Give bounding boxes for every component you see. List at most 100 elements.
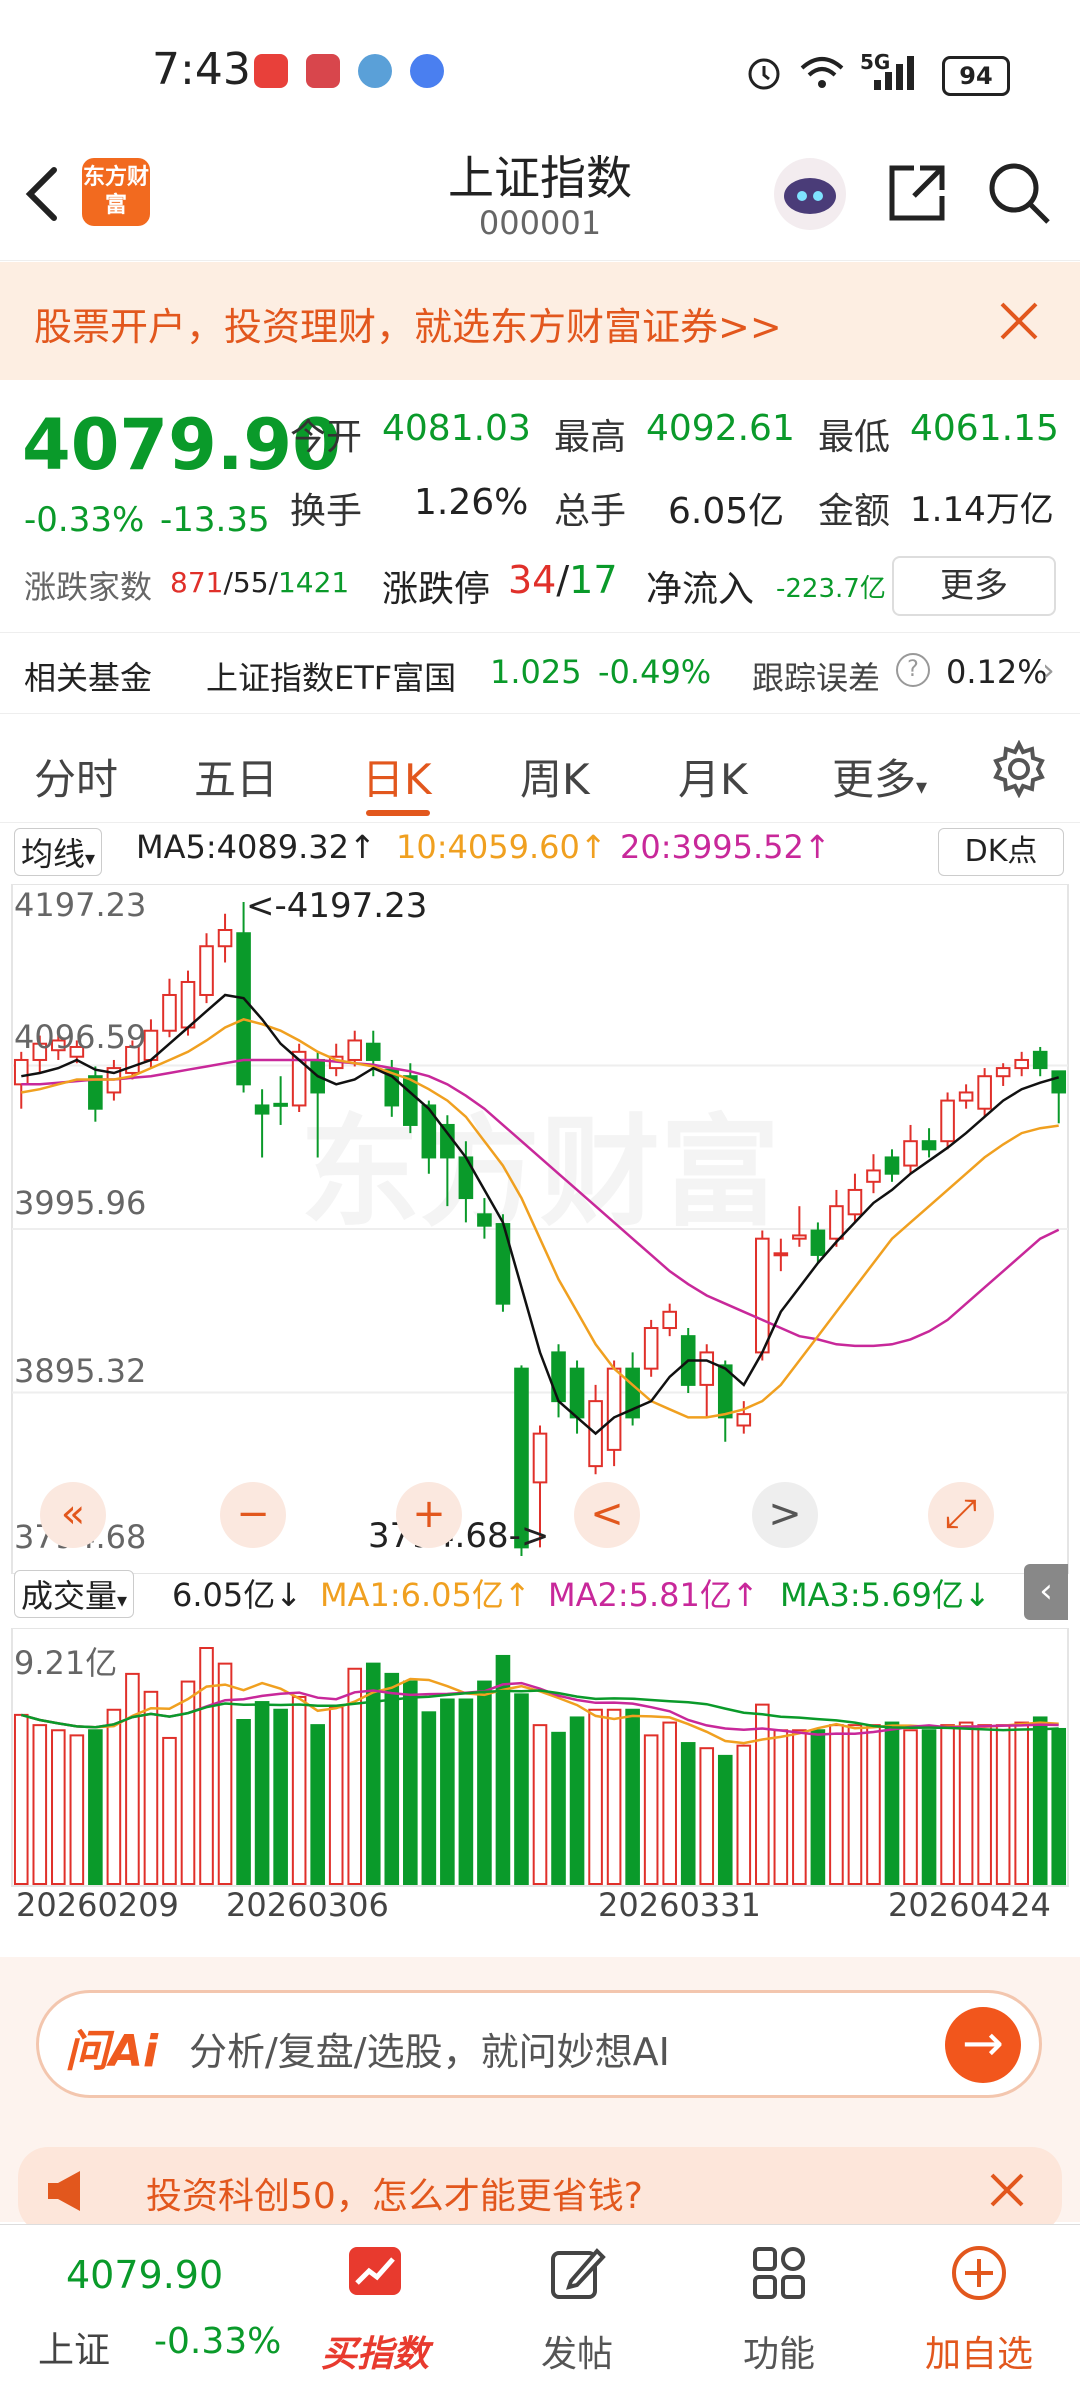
candle-body xyxy=(977,1075,992,1110)
prev-button[interactable]: < xyxy=(574,1482,640,1548)
ai-send-button[interactable]: → xyxy=(945,2007,1021,2083)
promo-text[interactable]: 投资科创50，怎么才能更省钱? xyxy=(146,2167,643,2219)
zoom-in-button[interactable]: + xyxy=(396,1482,462,1548)
help-icon[interactable]: ? xyxy=(896,653,930,687)
next-button[interactable]: > xyxy=(752,1482,818,1548)
fund-name[interactable]: 上证指数ETF富国 xyxy=(206,653,456,699)
candle-body xyxy=(643,1327,659,1370)
candle-body xyxy=(755,1237,770,1354)
robot-assistant-icon[interactable] xyxy=(772,156,848,232)
volume-bar xyxy=(532,1724,548,1885)
volume-chart[interactable] xyxy=(0,1628,1080,1890)
candle-body xyxy=(440,1123,455,1159)
nav-index-name: 上证 xyxy=(38,2330,111,2371)
volume-bar xyxy=(755,1703,770,1886)
volume-bar xyxy=(680,1742,696,1885)
volume-bar xyxy=(884,1721,900,1885)
candle-body xyxy=(995,1067,1011,1078)
candle-body xyxy=(273,1102,288,1107)
ai-search-bar[interactable]: 问Ai 分析/复盘/选股，就问妙想AI → xyxy=(36,1990,1042,2098)
kline-chart-area: 均线▾ MA5:4089.32↑ 10:4059.60↑ 20:3995.52↑… xyxy=(0,822,1080,1957)
nav-index-price[interactable]: 4079.90 xyxy=(66,2253,223,2297)
breadth-label: 涨跌家数 xyxy=(24,568,153,606)
ma-selector[interactable]: 均线▾ xyxy=(14,828,103,876)
volume-bar xyxy=(829,1724,844,1885)
volume-value: 6.05亿 xyxy=(668,491,785,532)
close-icon[interactable] xyxy=(998,300,1040,342)
volume-label: 总手 xyxy=(554,491,627,532)
promo-close-icon[interactable] xyxy=(988,2171,1026,2209)
candlestick-chart[interactable]: 东方财富 xyxy=(0,884,1080,1574)
fullscreen-button[interactable]: ⤢ xyxy=(928,1482,994,1548)
settings-icon[interactable] xyxy=(990,740,1048,798)
active-tab-indicator xyxy=(366,810,430,816)
volume-selector[interactable]: 成交量▾ xyxy=(14,1570,135,1618)
volume-bar xyxy=(365,1662,381,1886)
huawei-app-icon xyxy=(254,54,288,88)
volume-bar xyxy=(792,1729,807,1885)
battery-indicator: 94 xyxy=(942,56,1010,96)
zoom-out-button[interactable]: − xyxy=(220,1482,286,1548)
limit-label: 涨跌停 xyxy=(382,569,491,610)
fund-price: 1.025 xyxy=(490,653,582,691)
volume-bar xyxy=(236,1719,251,1885)
rewind-button[interactable]: « xyxy=(40,1482,106,1548)
candle-body xyxy=(940,1099,955,1143)
tab-daily-k[interactable]: 日K xyxy=(362,746,432,807)
tab-five-day[interactable]: 五日 xyxy=(194,746,278,807)
nav-add-watchlist[interactable]: 加自选 xyxy=(904,2225,1054,2395)
header: 东方财富 上证指数 000001 xyxy=(0,130,1080,261)
ai-placeholder[interactable]: 分析/复盘/选股，就问妙想AI xyxy=(189,2021,670,2076)
nav-label-functions: 功能 xyxy=(742,2334,815,2375)
high-label: 最高 xyxy=(554,417,627,458)
volume-bar xyxy=(421,1711,437,1885)
fund-section-label: 相关基金 xyxy=(24,659,153,697)
candle-body xyxy=(532,1432,548,1484)
quote-panel: 4079.90 -0.33% -13.35 今开 4081.03 最高 4092… xyxy=(0,382,1080,632)
netflow-label: 净流入 xyxy=(646,569,755,610)
candle-body xyxy=(699,1351,715,1386)
candle-body xyxy=(773,1252,789,1257)
volume-bar xyxy=(254,1701,270,1885)
collapse-panel-icon[interactable]: ‹ xyxy=(1024,1564,1068,1620)
change-percent: -0.33% xyxy=(24,500,145,540)
tab-intraday[interactable]: 分时 xyxy=(34,746,118,807)
open-value: 4081.03 xyxy=(382,408,531,449)
candle-body xyxy=(792,1234,807,1240)
tab-monthly-k[interactable]: 月K xyxy=(678,746,748,807)
nav-label-add-watchlist: 加自选 xyxy=(924,2334,1033,2375)
candle-body xyxy=(569,1367,585,1419)
promo-banner[interactable]: 投资科创50，怎么才能更省钱? xyxy=(18,2147,1062,2233)
candle-body xyxy=(199,945,214,996)
volume-bar xyxy=(477,1680,492,1886)
more-button[interactable]: 更多 xyxy=(892,556,1056,616)
tab-weekly-k[interactable]: 周K xyxy=(520,746,590,807)
candle-body xyxy=(847,1188,863,1216)
search-icon[interactable] xyxy=(986,160,1052,226)
nav-functions[interactable]: 功能 xyxy=(704,2225,854,2395)
nav-post[interactable]: 发帖 xyxy=(502,2225,652,2395)
volume-bar xyxy=(995,1724,1011,1885)
candle-body xyxy=(180,980,196,1029)
banner-text[interactable]: 股票开户，投资理财，就选东方财富证券>> xyxy=(34,296,782,351)
share-icon[interactable] xyxy=(884,160,950,226)
related-fund-row[interactable]: 相关基金 上证指数ETF富国 1.025 -0.49% 跟踪误差 ? 0.12%… xyxy=(0,632,1080,714)
nav-buy-index[interactable]: 买指数 xyxy=(300,2225,450,2395)
volume-bar xyxy=(810,1729,826,1885)
y-label-4: 3895.32 xyxy=(14,1352,147,1390)
account-banner[interactable]: 股票开户，投资理财，就选东方财富证券>> xyxy=(0,262,1080,380)
volume-bar xyxy=(625,1708,640,1886)
dk-points-button[interactable]: DK点 xyxy=(938,828,1064,876)
volume-bar xyxy=(551,1731,566,1886)
volume-bar xyxy=(273,1708,288,1886)
tab-more[interactable]: 更多▾ xyxy=(832,746,927,807)
ai-logo: 问Ai xyxy=(65,2026,159,2077)
y-label-2: 4096.59 xyxy=(14,1018,147,1056)
candle-body xyxy=(810,1229,826,1256)
change-value: -13.35 xyxy=(160,500,270,540)
volume-bar xyxy=(940,1724,955,1885)
grid-icon xyxy=(753,2247,805,2299)
volume-bar xyxy=(13,1713,29,1885)
wifi-icon xyxy=(800,57,844,88)
candle-body xyxy=(829,1205,844,1240)
